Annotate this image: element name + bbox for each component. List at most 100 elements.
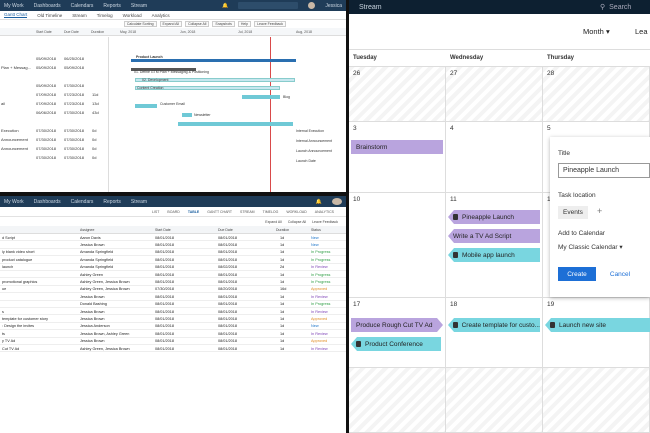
location-chip[interactable]: Events xyxy=(558,206,588,219)
gantt-row[interactable]: 07/09/2018 07/23/2018 11d xyxy=(0,91,108,98)
bar-blog[interactable] xyxy=(242,95,280,99)
nav-dashboards[interactable]: Dashboards xyxy=(34,199,61,205)
day-cell[interactable]: 4 xyxy=(446,122,543,193)
col-assignee[interactable]: Assignee xyxy=(80,228,94,232)
table-row[interactable]: Jessica Brown 08/01/2018 08/01/2018 1d In Re… xyxy=(0,293,346,301)
event-pineapple-launch[interactable]: Pineapple Launch xyxy=(448,210,540,224)
tab-timelog[interactable]: TIMELOG xyxy=(263,210,279,214)
tab-gantt-chart[interactable]: Gantt Chart xyxy=(4,12,28,18)
day-cell[interactable]: 26 xyxy=(349,67,446,122)
tab-timelog[interactable]: Timelog xyxy=(97,13,113,18)
table-row[interactable]: ue Ashley Green, Jessica Brown 07/30/2018 0… xyxy=(0,286,346,294)
col-due-date[interactable]: Due Date xyxy=(64,30,79,34)
day-cell[interactable]: 11 xyxy=(446,193,543,298)
table-row[interactable]: s Jessica Brown 08/01/2018 08/01/2018 1d In R… xyxy=(0,308,346,316)
bar-long[interactable] xyxy=(178,122,293,126)
bar-customer-email[interactable] xyxy=(135,104,157,108)
day-cell[interactable] xyxy=(446,368,543,433)
event-brainstorm[interactable]: Brainstorm xyxy=(351,140,443,154)
tab-stream[interactable]: STREAM xyxy=(240,210,255,214)
event-mobile-app[interactable]: Mobile app launch xyxy=(448,248,540,262)
col-due-date[interactable]: Due Date xyxy=(218,228,233,232)
tab-table[interactable]: TABLE xyxy=(188,210,199,214)
col-status[interactable]: Status xyxy=(311,228,321,232)
leave-button[interactable]: Lea xyxy=(635,27,648,36)
day-cell[interactable]: 3 xyxy=(349,122,446,193)
nav-calendars[interactable]: Calendars xyxy=(71,199,94,205)
day-cell[interactable]: 19 xyxy=(543,298,650,368)
gantt-row[interactable]: 07/30/2018 07/30/2018 0d xyxy=(0,154,108,161)
leave-feedback-button[interactable]: Leave Feedback xyxy=(254,21,286,27)
title-input[interactable]: Pineapple Launch xyxy=(558,163,650,178)
day-cell[interactable] xyxy=(543,368,650,433)
expand-all-button[interactable]: Expand All xyxy=(159,21,183,27)
table-row[interactable]: product catalogue Amanda Springfield 08/01… xyxy=(0,256,346,264)
help-button[interactable]: Help xyxy=(237,21,252,27)
tab-analytics[interactable]: ANALYTICS xyxy=(315,210,334,214)
view-select[interactable]: Month ▾ xyxy=(583,27,610,36)
event-product-conference[interactable]: Product Conference xyxy=(351,337,441,351)
event-tv-ad-script[interactable]: Write a TV Ad Script xyxy=(448,229,540,243)
calculate-sorting-button[interactable]: Calculate Sorting xyxy=(123,21,157,27)
nav-stream[interactable]: Stream xyxy=(359,4,382,11)
table-row[interactable]: y TV Ad Jessica Brown 08/01/2018 08/01/2018… xyxy=(0,338,346,345)
gantt-row[interactable]: Plan + Messag... 05/09/2018 05/09/2018 xyxy=(0,64,108,71)
nav-stream[interactable]: Stream xyxy=(131,199,147,205)
bar-product-launch[interactable] xyxy=(131,59,296,62)
day-cell[interactable]: 18 xyxy=(446,298,543,368)
expand-all-button[interactable]: Expand All xyxy=(265,220,282,224)
tab-analytics[interactable]: Analytics xyxy=(152,13,170,18)
table-row[interactable]: : Design the invites Jessica Anderson 08/0… xyxy=(0,323,346,331)
event-continuation[interactable] xyxy=(643,318,650,332)
table-row[interactable]: template for customer story Jessica Brown… xyxy=(0,315,346,323)
gantt-row[interactable]: Announcement 07/30/2018 07/30/2018 0d xyxy=(0,145,108,152)
tab-workload[interactable]: Workload xyxy=(123,13,142,18)
table-row[interactable]: Donald Bashing 08/01/2018 08/01/2018 1d In P… xyxy=(0,301,346,308)
event-create-template[interactable]: Create template for custo... xyxy=(448,318,540,332)
gantt-row[interactable]: Announcement 07/30/2018 07/30/2018 0d xyxy=(0,136,108,143)
gantt-row[interactable]: 06/06/2018 07/30/2018 43d xyxy=(0,109,108,116)
nav-stream[interactable]: Stream xyxy=(131,3,147,9)
calendar-select[interactable]: My Classic Calendar ▾ xyxy=(558,243,623,251)
table-row[interactable]: promotional graphics Ashley Green, Jessic… xyxy=(0,278,346,286)
search-input[interactable] xyxy=(238,2,299,9)
table-row[interactable]: Ashley Green 08/01/2018 08/01/2018 1d In Pro… xyxy=(0,271,346,279)
avatar[interactable] xyxy=(308,2,316,9)
gantt-row[interactable]: 05/09/2018 06/25/2018 xyxy=(0,55,108,62)
day-cell[interactable]: 28 xyxy=(543,67,650,122)
day-cell[interactable]: 27 xyxy=(446,67,543,122)
col-duration[interactable]: Duration xyxy=(91,30,104,34)
table-row[interactable]: Jessica Brown 08/01/2018 08/01/2018 1d New xyxy=(0,241,346,249)
nav-reports[interactable]: Reports xyxy=(103,199,121,205)
add-location-icon[interactable]: + xyxy=(597,206,602,216)
nav-reports[interactable]: Reports xyxy=(103,3,121,9)
avatar[interactable] xyxy=(332,198,342,205)
snapshots-button[interactable]: Snapshots xyxy=(212,21,235,27)
event-rough-cut[interactable]: Produce Rough Cut TV Ad xyxy=(351,318,443,332)
table-row[interactable]: launch Amanda Springfield 08/01/2018 08/02/… xyxy=(0,264,346,271)
cancel-button[interactable]: Cancel xyxy=(602,267,638,281)
leave-feedback-button[interactable]: Leave Feedback xyxy=(312,220,338,224)
gantt-row[interactable]: 05/09/2018 07/30/2018 xyxy=(0,82,108,89)
tab-workload[interactable]: WORKLOAD xyxy=(286,210,306,214)
nav-my-work[interactable]: My Work xyxy=(4,3,24,9)
collapse-all-button[interactable]: Collapse All xyxy=(288,220,306,224)
gantt-row[interactable] xyxy=(0,118,108,125)
table-row[interactable]: d Script Aaron Davis 08/01/2018 08/01/2018 1… xyxy=(0,234,346,242)
tab-board[interactable]: BOARD xyxy=(167,210,179,214)
bell-icon[interactable]: 🔔 xyxy=(222,3,228,9)
user-name[interactable]: Jessica xyxy=(325,3,342,9)
search-area[interactable]: ⚲ Search xyxy=(600,3,640,12)
nav-calendars[interactable]: Calendars xyxy=(71,3,94,9)
day-cell[interactable]: 10 xyxy=(349,193,446,298)
collapse-all-button[interactable]: Collapse All xyxy=(185,21,210,27)
day-cell[interactable] xyxy=(349,368,446,433)
tab-gantt[interactable]: GANTT CHART xyxy=(207,210,232,214)
event-launch-site[interactable]: Launch new site xyxy=(545,318,643,332)
table-row[interactable]: Cut TV Ad Ashley Green, Jessica Brown 08/0… xyxy=(0,345,346,353)
tab-list[interactable]: LIST xyxy=(152,210,159,214)
col-start-date[interactable]: Start Date xyxy=(155,228,171,232)
nav-dashboards[interactable]: Dashboards xyxy=(34,3,61,9)
create-button[interactable]: Create xyxy=(558,267,596,281)
bar-newsletter[interactable] xyxy=(182,113,192,117)
